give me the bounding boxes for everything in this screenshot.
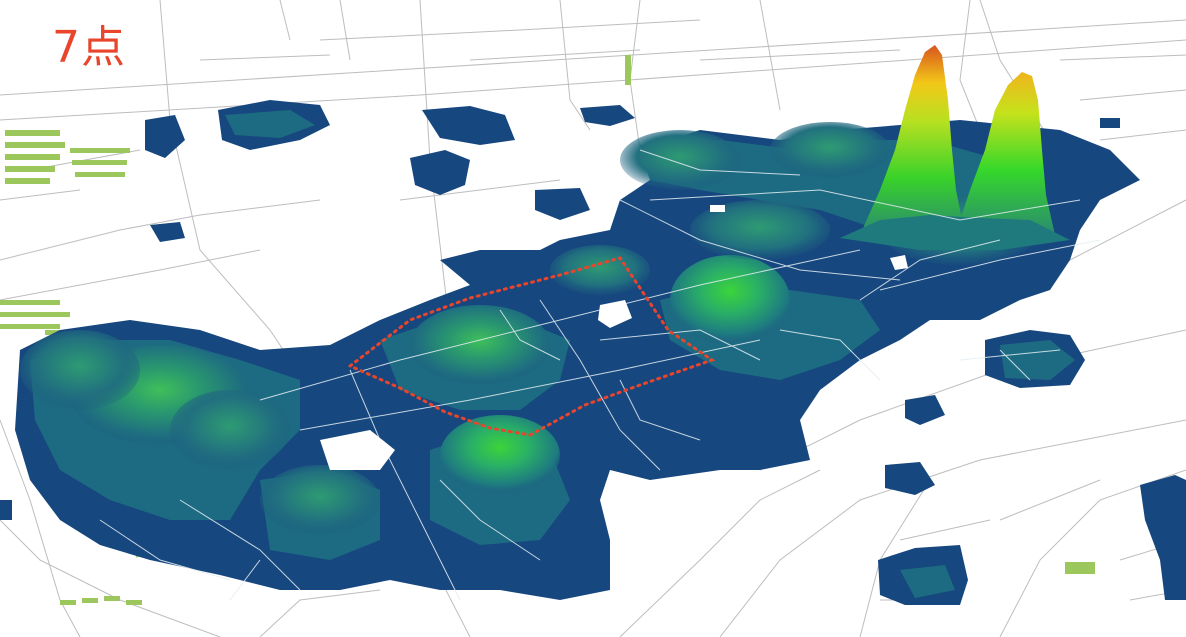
time-label: 7点 xyxy=(52,22,126,73)
map-canvas xyxy=(0,0,1186,637)
density-map-view: 7点 xyxy=(0,0,1186,637)
